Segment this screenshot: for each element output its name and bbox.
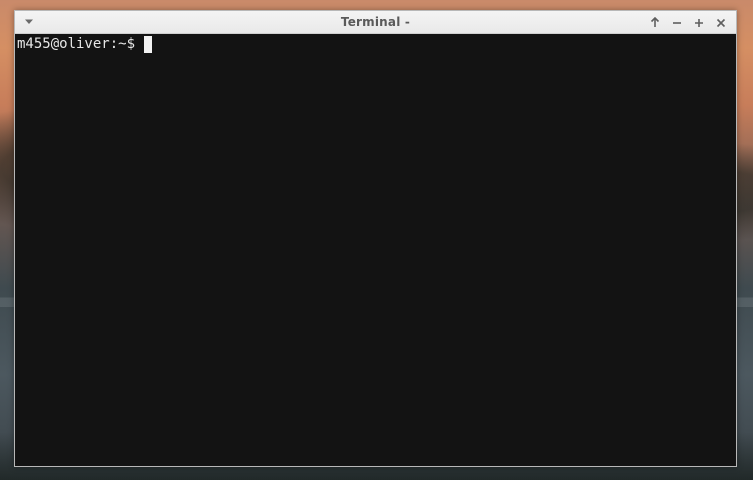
terminal-window[interactable]: Terminal - m455@oliver:~$ <box>14 10 737 467</box>
arrow-up-icon <box>650 17 660 28</box>
shell-prompt: m455@oliver:~$ <box>17 36 136 52</box>
text-cursor <box>144 35 153 53</box>
minimize-button[interactable] <box>669 15 685 30</box>
window-controls <box>647 15 729 30</box>
keep-above-button[interactable] <box>647 15 663 30</box>
window-titlebar[interactable]: Terminal - <box>15 11 736 34</box>
prompt-line: m455@oliver:~$ <box>17 35 153 53</box>
window-title: Terminal - <box>340 15 411 29</box>
close-button[interactable] <box>713 15 729 30</box>
terminal-area[interactable]: m455@oliver:~$ <box>15 34 736 466</box>
minimize-icon <box>672 18 682 28</box>
maximize-button[interactable] <box>691 15 707 30</box>
maximize-icon <box>694 18 704 28</box>
close-icon <box>716 18 726 28</box>
